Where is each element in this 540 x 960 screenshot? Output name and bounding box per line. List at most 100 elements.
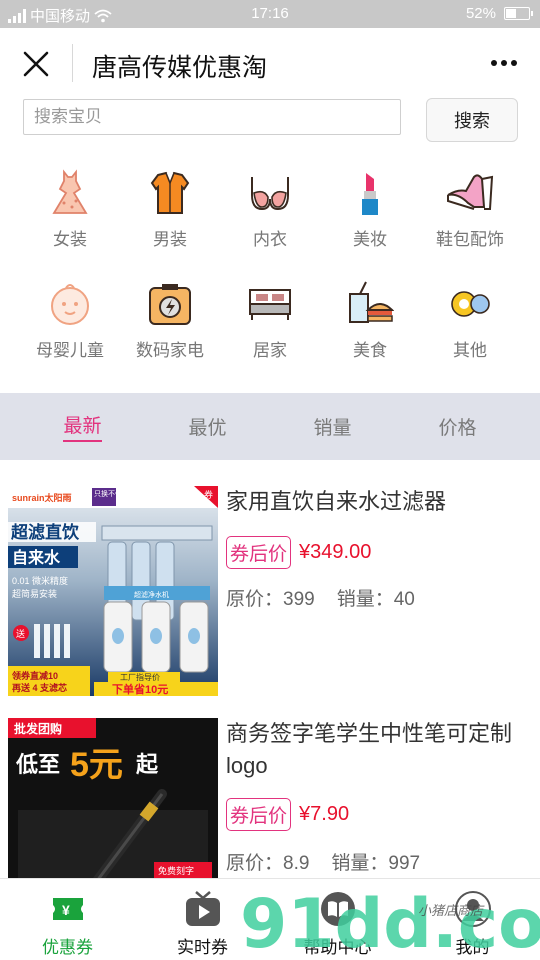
original-price: 原价：399 xyxy=(226,589,315,610)
user-icon xyxy=(453,889,493,929)
product-label-text: 超滤净水机 xyxy=(134,590,169,599)
close-button[interactable] xyxy=(18,46,54,82)
product-meta: 原价：8.9 销量：997 xyxy=(226,848,420,875)
product-card[interactable]: sunrain太阳雨 只换不修 券 超滤直饮 自来水 0.01 微米精度 超简易… xyxy=(0,486,540,698)
product-meta: 原价：399 销量：40 xyxy=(226,584,415,611)
coupon-row: 券后价 ¥7.90 xyxy=(226,798,349,831)
category-men[interactable]: 男装 xyxy=(120,167,220,267)
original-price: 原价：8.9 xyxy=(226,853,310,874)
category-label: 数码家电 xyxy=(136,341,204,360)
nav-mine[interactable]: 我的 xyxy=(405,879,540,960)
tab-label: 销量 xyxy=(313,418,352,439)
nav-coupons[interactable]: ¥ 优惠券 xyxy=(0,879,135,960)
page-title: 唐高传媒优惠淘 xyxy=(92,54,268,82)
tab-newest[interactable]: 最新 xyxy=(15,393,150,460)
sort-bar: 最新 最优 销量 价格 xyxy=(0,393,540,460)
send-text: 送 xyxy=(16,628,25,639)
spec-text: 0.01 微米精度 xyxy=(12,575,68,586)
tab-best[interactable]: 最优 xyxy=(140,393,275,460)
promo-text: 领券直减10 xyxy=(12,670,58,681)
header: 唐高传媒优惠淘 xyxy=(0,28,540,100)
sales-count: 销量：997 xyxy=(331,853,421,874)
category-food[interactable]: 美食 xyxy=(320,278,420,378)
spec-text: 超简易安装 xyxy=(12,588,57,599)
category-digital[interactable]: 数码家电 xyxy=(120,278,220,378)
category-label: 其他 xyxy=(453,341,487,360)
tab-label: 最优 xyxy=(188,418,227,439)
category-label: 鞋包配饰 xyxy=(436,230,504,249)
coupon-tag: 券后价 xyxy=(226,798,292,831)
coupon-tag: 券后价 xyxy=(226,536,292,569)
battery-icon xyxy=(504,7,533,20)
baby-icon xyxy=(44,278,96,330)
header-divider xyxy=(72,44,73,82)
nav-label: 我的 xyxy=(455,938,490,957)
dress-icon xyxy=(44,167,96,219)
dot-icon xyxy=(511,60,517,66)
headline-text: 起 xyxy=(135,752,159,777)
category-baby[interactable]: 母婴儿童 xyxy=(20,278,120,378)
category-other[interactable]: 其他 xyxy=(420,278,520,378)
tab-label: 价格 xyxy=(438,418,477,439)
water-filter-image: sunrain太阳雨 只换不修 券 超滤直饮 自来水 0.01 微米精度 超简易… xyxy=(8,486,218,696)
category-underwear[interactable]: 内衣 xyxy=(220,167,320,267)
nav-label: 帮助中心 xyxy=(303,938,372,957)
nav-help[interactable]: 帮助中心 xyxy=(270,879,405,960)
tv-icon xyxy=(183,889,223,929)
tab-price[interactable]: 价格 xyxy=(390,393,525,460)
svg-text:¥: ¥ xyxy=(62,902,70,918)
search-input[interactable]: 搜索宝贝 xyxy=(23,99,401,135)
corner-text: 券 xyxy=(204,489,213,500)
product-title[interactable]: 家用直饮自来水过滤器 xyxy=(226,486,526,518)
nav-realtime[interactable]: 实时券 xyxy=(135,879,270,960)
bra-icon xyxy=(244,167,296,219)
coupon-row: 券后价 ¥349.00 xyxy=(226,536,371,569)
brand-logo-text: sunrain太阳雨 xyxy=(12,492,72,503)
category-label: 女装 xyxy=(53,230,87,249)
close-icon xyxy=(23,51,49,77)
nav-label: 优惠券 xyxy=(42,938,93,957)
sales-count: 销量：40 xyxy=(336,589,415,610)
tab-sales[interactable]: 销量 xyxy=(265,393,400,460)
product-title[interactable]: 商务签字笔学生中性笔可定制logo xyxy=(226,718,526,782)
tab-label: 最新 xyxy=(63,411,102,442)
category-label: 美食 xyxy=(353,341,387,360)
category-women[interactable]: 女装 xyxy=(20,167,120,267)
other-icon xyxy=(444,278,496,330)
more-options-button[interactable] xyxy=(486,48,522,78)
bottom-nav: ¥ 优惠券 实时券 帮助中心 我的 xyxy=(0,878,540,960)
category-shoes-bags[interactable]: 鞋包配饰 xyxy=(420,167,520,267)
book-icon xyxy=(318,889,358,929)
discount-text: 下单省10元 xyxy=(112,682,168,696)
coupon-price: ¥7.90 xyxy=(299,803,350,825)
headline-text: 超滤直饮 xyxy=(11,522,80,542)
dot-icon xyxy=(501,60,507,66)
category-label: 男装 xyxy=(153,230,187,249)
shirt-icon xyxy=(144,167,196,219)
search-button[interactable]: 搜索 xyxy=(426,98,518,142)
food-icon xyxy=(344,278,396,330)
lipstick-icon xyxy=(344,167,396,219)
nav-label: 实时券 xyxy=(177,938,228,957)
badge-text: 只换不修 xyxy=(94,489,122,498)
status-bar: 中国移动 17:16 52% xyxy=(0,0,540,28)
factory-text: 工厂指导价 xyxy=(120,672,160,682)
category-cosmetics[interactable]: 美妆 xyxy=(320,167,420,267)
status-right: 52% xyxy=(465,5,533,22)
headline-text: 自来水 xyxy=(12,548,61,567)
promo-text: 再送 4 支滤芯 xyxy=(12,682,67,693)
corner-text: 免费刻字 xyxy=(158,865,194,876)
badge-text: 批发团购 xyxy=(14,721,62,736)
camera-icon xyxy=(144,278,196,330)
battery-percent: 52% xyxy=(465,5,496,22)
category-label: 母婴儿童 xyxy=(36,341,104,360)
product-image[interactable]: sunrain太阳雨 只换不修 券 超滤直饮 自来水 0.01 微米精度 超简易… xyxy=(8,486,218,696)
category-label: 美妆 xyxy=(353,230,387,249)
status-time: 17:16 xyxy=(251,5,289,22)
category-label: 内衣 xyxy=(253,230,287,249)
category-label: 居家 xyxy=(253,341,287,360)
bed-icon xyxy=(244,278,296,330)
headline-number: 5元 xyxy=(70,746,123,784)
category-home[interactable]: 居家 xyxy=(220,278,320,378)
dot-icon xyxy=(491,60,497,66)
